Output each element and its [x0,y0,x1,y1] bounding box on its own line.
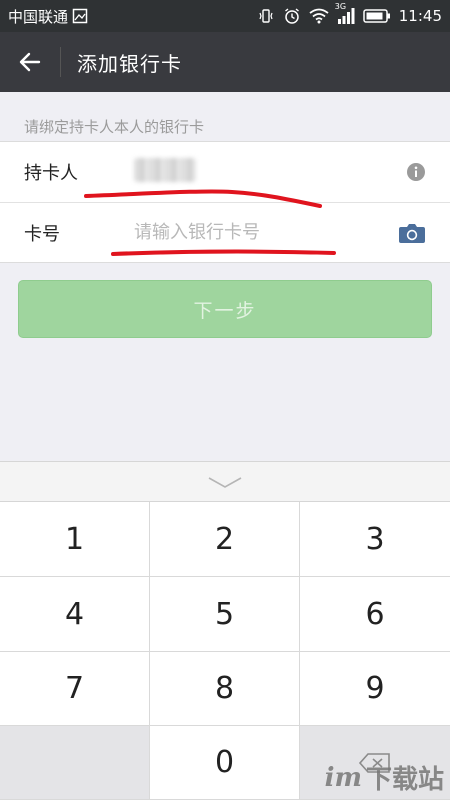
arrow-left-icon [19,52,41,72]
card-holder-value [134,157,386,187]
alarm-icon [283,7,301,25]
key-blank [0,726,150,800]
key-5[interactable]: 5 [150,577,300,652]
key-3[interactable]: 3 [300,502,450,577]
site-watermark: im 下载站 [325,759,444,796]
key-6[interactable]: 6 [300,577,450,652]
nav-divider [60,47,61,77]
image-notification-icon [72,8,88,24]
blurred-name [134,157,196,182]
back-button[interactable] [0,32,60,92]
camera-icon[interactable] [386,222,426,244]
card-form: 持卡人 卡号 [0,141,450,263]
signal-icon: 3G [335,2,355,24]
key-9[interactable]: 9 [300,652,450,726]
carrier-name: 中国联通 [8,7,69,26]
chevron-down-icon [208,476,242,488]
info-icon[interactable] [386,162,426,182]
watermark-text: 下载站 [365,765,444,795]
battery-icon [363,8,391,24]
watermark-logo: im [324,762,362,793]
nav-bar: 添加银行卡 [0,32,450,92]
card-number-label: 卡号 [24,223,60,245]
key-8[interactable]: 8 [150,652,300,726]
key-1[interactable]: 1 [0,502,150,577]
wifi-icon [309,8,329,24]
page-title: 添加银行卡 [77,51,182,76]
status-bar: 中国联通 3G 11:45 [0,0,450,32]
key-7[interactable]: 7 [0,652,150,726]
numeric-keyboard: 1 2 3 4 5 6 7 8 9 0 [0,461,450,800]
next-step-button[interactable]: 下一步 [18,280,432,338]
card-holder-label: 持卡人 [24,163,78,184]
status-time: 11:45 [398,7,442,25]
vibrate-icon [257,7,275,25]
key-0[interactable]: 0 [150,726,300,800]
keyboard-hide-button[interactable] [0,462,450,502]
network-type: 3G [334,2,347,11]
card-number-row: 卡号 [0,202,450,262]
keyboard-grid: 1 2 3 4 5 6 7 8 9 0 [0,502,450,800]
key-2[interactable]: 2 [150,502,300,577]
card-number-input[interactable] [134,222,386,243]
key-4[interactable]: 4 [0,577,150,652]
card-holder-row: 持卡人 [0,142,450,202]
bind-hint-text: 请绑定持卡人本人的银行卡 [24,118,205,136]
